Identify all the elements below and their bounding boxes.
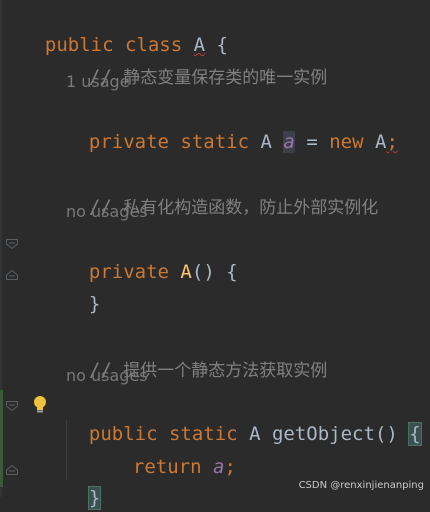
keyword-new: new	[329, 131, 364, 153]
comment-line-1: // 静态变量保存类的唯一实例	[66, 35, 327, 88]
constructor-line[interactable]: private A() {	[66, 230, 238, 283]
semicolon: ;	[386, 131, 398, 153]
fold-icon[interactable]	[6, 465, 18, 475]
method-declaration-line[interactable]: public static A getObject() {	[66, 392, 422, 446]
semicolon: ;	[224, 456, 236, 478]
close-brace-line[interactable]: }	[66, 456, 102, 510]
keyword-static: static	[180, 131, 250, 153]
comment-line-3: // 提供一个静态方法获取实例	[66, 328, 327, 381]
comment-line-2: // 私有化构造函数，防止外部实例化	[66, 165, 378, 218]
constructor-name: A	[180, 261, 192, 283]
keyword-private: private	[88, 261, 169, 283]
lightbulb-icon[interactable]	[32, 395, 48, 415]
type-name: A	[260, 131, 272, 153]
open-brace: {	[408, 422, 422, 446]
parens: ()	[374, 423, 398, 445]
fold-icon[interactable]	[6, 239, 18, 249]
method-name: getObject	[271, 423, 375, 445]
open-brace: {	[226, 261, 238, 283]
return-line[interactable]: return a;	[110, 425, 236, 478]
equals: =	[306, 131, 318, 153]
class-declaration-line[interactable]: public class A {	[22, 3, 228, 56]
comment-text: 静态变量保存类的唯一实例	[123, 68, 328, 88]
field-name[interactable]: a	[283, 131, 295, 153]
usage-hint[interactable]: no usages	[66, 366, 148, 386]
fold-icon[interactable]	[6, 401, 18, 411]
ctor-name: A	[375, 131, 387, 153]
parens: ()	[191, 261, 215, 283]
fold-icon[interactable]	[6, 270, 18, 280]
close-brace: }	[88, 293, 101, 315]
comment-text: 提供一个静态方法获取实例	[123, 361, 328, 381]
close-brace-line[interactable]: }	[66, 262, 100, 315]
return-type: A	[249, 423, 261, 445]
usage-hint[interactable]: no usages	[66, 202, 148, 222]
usage-hint[interactable]: 1 usage	[66, 72, 130, 92]
keyword-return: return	[132, 456, 202, 478]
watermark: CSDN @renxinjienanping	[298, 480, 424, 491]
close-brace: }	[87, 486, 102, 510]
change-marker	[0, 390, 3, 487]
comment-text: 私有化构造函数，防止外部实例化	[123, 198, 379, 218]
field-reference[interactable]: a	[213, 456, 224, 478]
keyword-private: private	[88, 131, 169, 153]
field-declaration-line[interactable]: private static A a = new A;	[66, 100, 398, 153]
